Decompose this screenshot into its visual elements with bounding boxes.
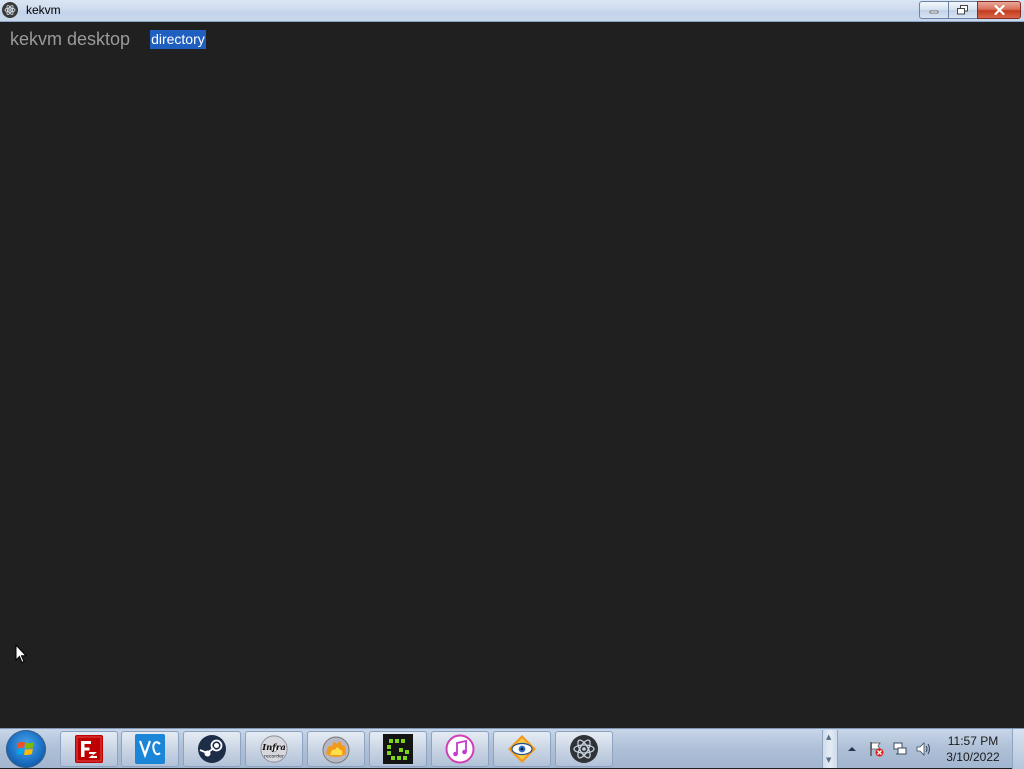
start-button[interactable] <box>6 730 46 768</box>
green-app-icon <box>383 734 413 764</box>
scroll-up-icon[interactable]: ▲ <box>826 733 831 741</box>
clock-time: 11:57 PM <box>947 734 999 748</box>
infrarecorder-icon: Infra recorder <box>259 734 289 764</box>
network-icon[interactable] <box>892 741 908 757</box>
clock-date: 3/10/2022 <box>946 750 1000 764</box>
taskbar-image-viewer[interactable] <box>493 731 551 767</box>
steam-icon <box>197 734 227 764</box>
taskbar: Infra recorder ▲ ▼ 11:57 PM 3/10/2022 <box>0 728 1024 769</box>
system-tray <box>844 729 940 769</box>
show-desktop-button[interactable] <box>1012 729 1024 769</box>
vnc-viewer-icon <box>135 734 165 764</box>
electron-atom-icon <box>569 734 599 764</box>
flaming-disc-icon <box>321 734 351 764</box>
taskbar-green-app[interactable] <box>369 731 427 767</box>
electron-atom-icon[interactable] <box>2 2 18 18</box>
show-hidden-icons-arrow[interactable] <box>844 741 860 757</box>
itunes-icon <box>445 734 475 764</box>
close-icon <box>993 5 1005 15</box>
minimize-icon <box>929 10 939 14</box>
scroll-down-icon[interactable]: ▼ <box>826 756 831 764</box>
title-bar[interactable]: kekvm <box>0 0 1024 22</box>
taskbar-steam[interactable] <box>183 731 241 767</box>
taskbar-kekvm[interactable] <box>555 731 613 767</box>
eye-viewer-icon <box>507 734 537 764</box>
taskbar-vnc-viewer[interactable] <box>121 731 179 767</box>
taskbar-clock[interactable]: 11:57 PM 3/10/2022 <box>942 733 1004 765</box>
window-controls <box>919 1 1021 19</box>
taskbar-itunes[interactable] <box>431 731 489 767</box>
close-button[interactable] <box>977 1 1021 19</box>
taskbar-infrarecorder[interactable]: Infra recorder <box>245 731 303 767</box>
nav-link-directory[interactable]: directory <box>150 30 206 49</box>
restore-button[interactable] <box>949 1 977 19</box>
action-center-flag-icon[interactable] <box>868 741 884 757</box>
filezilla-icon <box>74 734 104 764</box>
restore-icon <box>957 5 968 15</box>
taskbar-scroll[interactable]: ▲ ▼ <box>822 730 838 768</box>
minimize-button[interactable] <box>919 1 949 19</box>
top-nav: kekvm desktop directory <box>10 29 206 50</box>
svg-text:recorder: recorder <box>264 753 284 759</box>
taskbar-burn[interactable] <box>307 731 365 767</box>
svg-text:Infra: Infra <box>261 742 286 752</box>
mouse-pointer-icon <box>15 644 27 664</box>
brand-title: kekvm desktop <box>10 29 131 49</box>
windows-start-orb-icon <box>16 741 34 755</box>
taskbar-filezilla[interactable] <box>60 731 118 767</box>
volume-icon[interactable] <box>916 741 932 757</box>
window-title: kekvm <box>26 3 61 17</box>
app-content: kekvm desktop directory <box>0 22 1024 728</box>
